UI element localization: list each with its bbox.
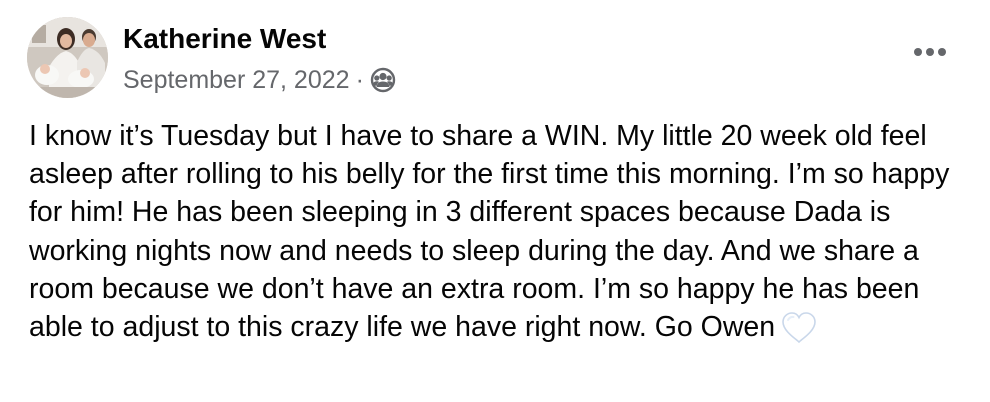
more-options-button[interactable] — [906, 36, 954, 68]
avatar[interactable] — [27, 17, 108, 98]
author-name[interactable]: Katherine West — [123, 22, 326, 56]
more-options-icon — [914, 48, 946, 56]
post-meta: September 27, 2022 · — [123, 64, 396, 96]
post-date[interactable]: September 27, 2022 — [123, 66, 350, 95]
profile-photo — [27, 17, 108, 98]
post-card: Katherine West September 27, 2022 · I kn… — [0, 0, 990, 402]
post-body-text: I know it’s Tuesday but I have to share … — [29, 120, 950, 344]
meta-separator: · — [355, 65, 364, 94]
white-heart-icon — [779, 311, 819, 345]
friends-icon[interactable] — [370, 67, 396, 93]
post-body: I know it’s Tuesday but I have to share … — [29, 117, 974, 346]
